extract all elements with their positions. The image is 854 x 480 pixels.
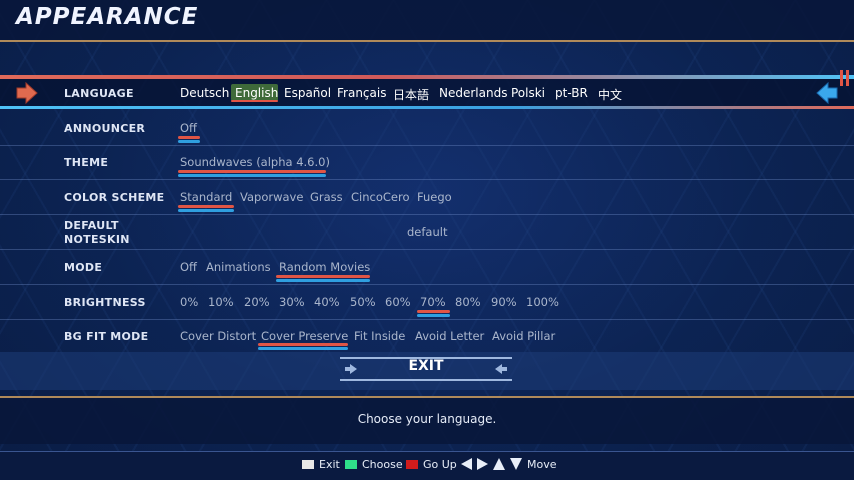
brightness-option-60[interactable]: 60%: [385, 295, 411, 309]
brightness-option-40[interactable]: 40%: [314, 295, 340, 309]
row-label-color-scheme: COLOR SCHEME: [64, 191, 165, 204]
row-divider: [0, 284, 854, 285]
row-divider: [0, 249, 854, 250]
brightness-underline-p2: [417, 314, 450, 317]
scroll-indicator-p1: [840, 70, 843, 86]
scroll-indicator-p2: [846, 70, 849, 86]
language-option-chinese[interactable]: 中文: [598, 86, 622, 103]
color-scheme-option-vaporwave[interactable]: Vaporwave: [240, 190, 303, 204]
announcer-underline-p2: [178, 140, 200, 143]
selected-row-top-border: [0, 75, 854, 79]
row-divider: [0, 179, 854, 180]
row-label-bg-fit-mode: BG FIT MODE: [64, 330, 149, 343]
row-divider: [0, 319, 854, 320]
exit-button[interactable]: EXIT: [340, 358, 512, 374]
brightness-option-70[interactable]: 70%: [420, 295, 446, 309]
language-option-nederlands[interactable]: Nederlands: [439, 86, 507, 100]
bg-fit-option-avoid-pillar[interactable]: Avoid Pillar: [492, 329, 555, 343]
bg-fit-underline-p2: [258, 347, 348, 350]
brightness-option-0[interactable]: 0%: [180, 295, 198, 309]
language-option-espanol[interactable]: Español: [284, 86, 331, 100]
page-title: APPEARANCE: [16, 4, 199, 30]
language-option-polski[interactable]: Polski: [511, 86, 545, 100]
row-label-language: LANGUAGE: [64, 87, 134, 100]
footer-exit-label: Exit: [319, 458, 340, 471]
color-scheme-option-grass[interactable]: Grass: [310, 190, 343, 204]
row-label-default-noteskin-line2: NOTESKIN: [64, 233, 130, 246]
bg-fit-underline-p1: [258, 343, 348, 346]
option-description: Choose your language.: [357, 412, 497, 426]
theme-underline-p1: [178, 170, 326, 173]
noteskin-option-default[interactable]: default: [407, 225, 447, 239]
brightness-option-30[interactable]: 30%: [279, 295, 305, 309]
bg-fit-option-cover-distort[interactable]: Cover Distort: [180, 329, 256, 343]
player2-cursor-arrow-icon: [816, 82, 838, 104]
footer-choose-label: Choose: [362, 458, 403, 471]
language-option-deutsch[interactable]: Deutsch: [180, 86, 229, 100]
color-scheme-option-cincocero[interactable]: CincoCero: [351, 190, 410, 204]
row-label-brightness: BRIGHTNESS: [64, 296, 146, 309]
color-scheme-underline-p2: [178, 209, 234, 212]
brightness-option-80[interactable]: 80%: [455, 295, 481, 309]
bg-fit-option-cover-preserve[interactable]: Cover Preserve: [261, 329, 348, 343]
row-divider: [0, 214, 854, 215]
footer-move-label: Move: [527, 458, 557, 471]
theme-option-soundwaves[interactable]: Soundwaves (alpha 4.6.0): [180, 155, 330, 169]
bg-fit-option-fit-inside[interactable]: Fit Inside: [354, 329, 405, 343]
language-option-japanese[interactable]: 日本語: [393, 86, 429, 103]
bg-fit-option-avoid-letter[interactable]: Avoid Letter: [415, 329, 484, 343]
mode-option-animations[interactable]: Animations: [206, 260, 271, 274]
footer-divider: [0, 451, 854, 452]
title-divider: [0, 40, 854, 42]
language-option-francais[interactable]: Français: [337, 86, 386, 100]
color-scheme-underline-p1: [178, 205, 234, 208]
language-underline-p1: [231, 100, 278, 102]
mode-underline-p1: [276, 275, 370, 278]
goup-key-swatch-icon: [406, 460, 418, 469]
language-option-pt-br[interactable]: pt-BR: [555, 86, 588, 100]
row-label-default-noteskin-line1: DEFAULT: [64, 219, 119, 232]
brightness-option-20[interactable]: 20%: [244, 295, 270, 309]
brightness-option-90[interactable]: 90%: [491, 295, 517, 309]
footer-goup-label: Go Up: [423, 458, 457, 471]
language-option-english[interactable]: English: [235, 86, 278, 100]
row-divider: [0, 145, 854, 146]
direction-arrows-icon: [461, 458, 522, 470]
choose-key-swatch-icon: [345, 460, 357, 469]
brightness-option-100[interactable]: 100%: [526, 295, 559, 309]
color-scheme-option-standard[interactable]: Standard: [180, 190, 232, 204]
row-label-theme: THEME: [64, 156, 109, 169]
mode-option-off[interactable]: Off: [180, 260, 197, 274]
announcer-underline-p1: [178, 136, 200, 139]
exit-bottom-line: [340, 379, 512, 381]
exit-key-swatch-icon: [302, 460, 314, 469]
color-scheme-option-fuego[interactable]: Fuego: [417, 190, 452, 204]
row-label-announcer: ANNOUNCER: [64, 122, 146, 135]
mode-underline-p2: [276, 279, 370, 282]
row-label-mode: MODE: [64, 261, 103, 274]
brightness-option-10[interactable]: 10%: [208, 295, 234, 309]
theme-underline-p2: [178, 174, 326, 177]
announcer-option-off[interactable]: Off: [180, 121, 197, 135]
selected-row-bottom-border: [0, 106, 854, 109]
brightness-option-50[interactable]: 50%: [350, 295, 376, 309]
mode-option-random-movies[interactable]: Random Movies: [279, 260, 370, 274]
brightness-underline-p1: [417, 310, 450, 313]
player1-cursor-arrow-icon: [16, 82, 38, 104]
